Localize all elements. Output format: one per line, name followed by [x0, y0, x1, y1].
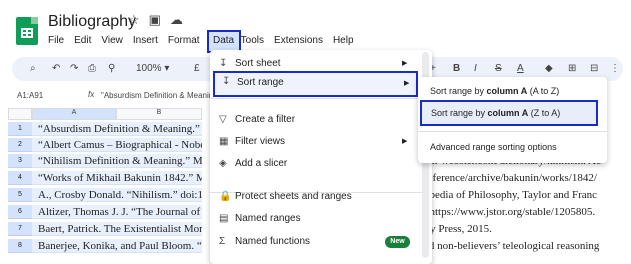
fx-icon: fx [88, 90, 95, 99]
menu-view[interactable]: View [101, 35, 123, 46]
sort-icon: ↧ [222, 76, 231, 87]
menu-item-label: Sort range [237, 77, 284, 88]
column-header-b[interactable]: B [116, 108, 202, 120]
table-cell-overflow: opedia of Philosophy, Taylor and Franc [424, 189, 598, 201]
folder-move-icon[interactable]: ▣ [149, 12, 161, 28]
menu-item-label: Named ranges [235, 213, 301, 224]
menu-item-label: Filter views [235, 136, 286, 147]
row-header[interactable]: 5 [8, 188, 32, 202]
title-icons: ☆ ▣ ☁ [128, 12, 183, 28]
menu-item-named-ranges[interactable]: ▤ Named ranges [210, 209, 422, 229]
table-cell-overflow: reference/archive/bakunin/works/1842/ [424, 172, 597, 184]
more-options-icon[interactable]: ⋮ [610, 63, 620, 74]
menu-format[interactable]: Format [168, 35, 200, 46]
menu-item-label: Protect sheets and ranges [235, 191, 352, 202]
cloud-status-icon[interactable]: ☁ [170, 12, 183, 28]
table-cell-a[interactable]: Baert, Patrick. The Existentialist Mom [32, 222, 202, 236]
fill-color-icon[interactable]: ◆ [545, 63, 553, 74]
row-header[interactable]: 3 [8, 154, 32, 168]
strikethrough-button[interactable]: S [495, 63, 502, 74]
table-cell-overflow: ad non-believers’ teleological reasoning [424, 240, 600, 252]
name-box[interactable]: A1:A91 [17, 91, 43, 100]
italic-button[interactable]: I [474, 63, 477, 74]
sigma-icon: Σ [219, 236, 226, 247]
table-cell-a[interactable]: “Works of Mikhail Bakunin 1842.” Ma [32, 171, 202, 185]
menubar: File Edit View Insert Format Data Tools … [48, 35, 364, 46]
menu-item-label: Add a slicer [235, 158, 288, 169]
menu-file[interactable]: File [48, 35, 64, 46]
menu-tools[interactable]: Tools [241, 35, 264, 46]
table-cell-a[interactable]: A., Crosby Donald. “Nihilism.” doi:10 [32, 188, 202, 202]
lock-icon: 🔒 [219, 191, 232, 202]
table-cell-overflow: ity Press, 2015. [424, 223, 492, 235]
submenu-divider [418, 131, 607, 132]
menu-item-add-slicer[interactable]: ◈ Add a slicer [210, 154, 422, 174]
menu-item-create-filter[interactable]: ▽ Create a filter [210, 110, 422, 130]
app-window: Bibliography ☆ ▣ ☁ File Edit View Insert… [0, 0, 631, 264]
undo-icon[interactable]: ↶ [52, 63, 60, 74]
menu-item-sort-range[interactable]: ↧ Sort range ▶ [213, 71, 418, 97]
column-header-a[interactable]: A [32, 108, 116, 120]
row-header[interactable]: 8 [8, 239, 32, 253]
bold-button[interactable]: B [453, 63, 460, 74]
option-prefix: Sort range by [431, 108, 488, 118]
sort-a-to-z-option[interactable]: Sort range by column A (A to Z) [430, 86, 559, 96]
menu-item-label: Named functions [235, 236, 311, 247]
select-all-corner[interactable] [8, 108, 32, 120]
menu-help[interactable]: Help [333, 35, 354, 46]
menu-edit[interactable]: Edit [74, 35, 91, 46]
menu-item-label: Create a filter [235, 114, 296, 125]
search-menus-icon[interactable]: ⌕ [30, 63, 36, 74]
row-header[interactable]: 4 [8, 171, 32, 185]
merge-cells-icon[interactable]: ⊟ [590, 63, 598, 74]
filter-views-icon: ▦ [219, 136, 229, 147]
table-cell-a[interactable]: “Albert Camus – Biographical - Nobel [32, 138, 202, 152]
slicer-icon: ◈ [219, 158, 227, 169]
print-icon[interactable]: ⎙ [88, 63, 96, 74]
text-color-button[interactable]: A [517, 63, 524, 74]
menu-extensions[interactable]: Extensions [274, 35, 323, 46]
menu-item-filter-views[interactable]: ▦ Filter views ▶ [210, 132, 422, 152]
row-header[interactable]: 2 [8, 138, 32, 152]
option-column: column A [487, 108, 529, 118]
menu-item-protect[interactable]: 🔒 Protect sheets and ranges [210, 187, 422, 207]
chevron-right-icon: ▶ [402, 138, 408, 145]
menu-insert[interactable]: Insert [133, 35, 158, 46]
new-badge: New [385, 236, 410, 248]
named-ranges-icon: ▤ [219, 213, 229, 224]
document-title[interactable]: Bibliography [48, 13, 136, 31]
row-header[interactable]: 1 [8, 122, 32, 136]
menu-divider [210, 98, 422, 99]
sheets-logo-icon[interactable] [16, 17, 38, 45]
chevron-right-icon: ▶ [404, 80, 410, 87]
zoom-select[interactable]: 100% ▾ [136, 63, 169, 74]
option-column: column A [486, 86, 528, 96]
sort-z-to-a-option[interactable]: Sort range by column A (Z to A) [420, 100, 598, 126]
menu-data-label: Data [213, 35, 235, 46]
table-cell-a[interactable]: “Absurdism Definition & Meaning.” M [32, 122, 202, 136]
table-cell-overflow: , https://www.jstor.org/stable/1205805. [424, 206, 596, 218]
redo-icon[interactable]: ↷ [70, 63, 78, 74]
menu-item-named-functions[interactable]: Σ Named functions New [210, 232, 422, 252]
table-cell-a[interactable]: Altizer, Thomas J. J. “The Journal of R [32, 205, 202, 219]
borders-icon[interactable]: ⊞ [568, 63, 576, 74]
advanced-sort-option[interactable]: Advanced range sorting options [430, 142, 557, 152]
star-icon[interactable]: ☆ [128, 12, 140, 28]
row-header[interactable]: 7 [8, 222, 32, 236]
zoom-value: 100% [136, 63, 162, 74]
table-cell-a[interactable]: Banerjee, Konika, and Paul Bloom. “W [32, 239, 202, 253]
currency-icon[interactable]: £ [194, 63, 200, 74]
filter-icon: ▽ [219, 114, 227, 125]
chevron-down-icon: ▾ [164, 63, 170, 74]
option-suffix: (Z to A) [528, 108, 561, 118]
table-cell-a[interactable]: “Nihilism Definition & Meaning.” Me [32, 154, 202, 168]
option-prefix: Sort range by [430, 86, 487, 96]
paint-format-icon[interactable]: ⚲ [108, 63, 115, 74]
option-suffix: (A to Z) [527, 86, 560, 96]
row-header[interactable]: 6 [8, 205, 32, 219]
